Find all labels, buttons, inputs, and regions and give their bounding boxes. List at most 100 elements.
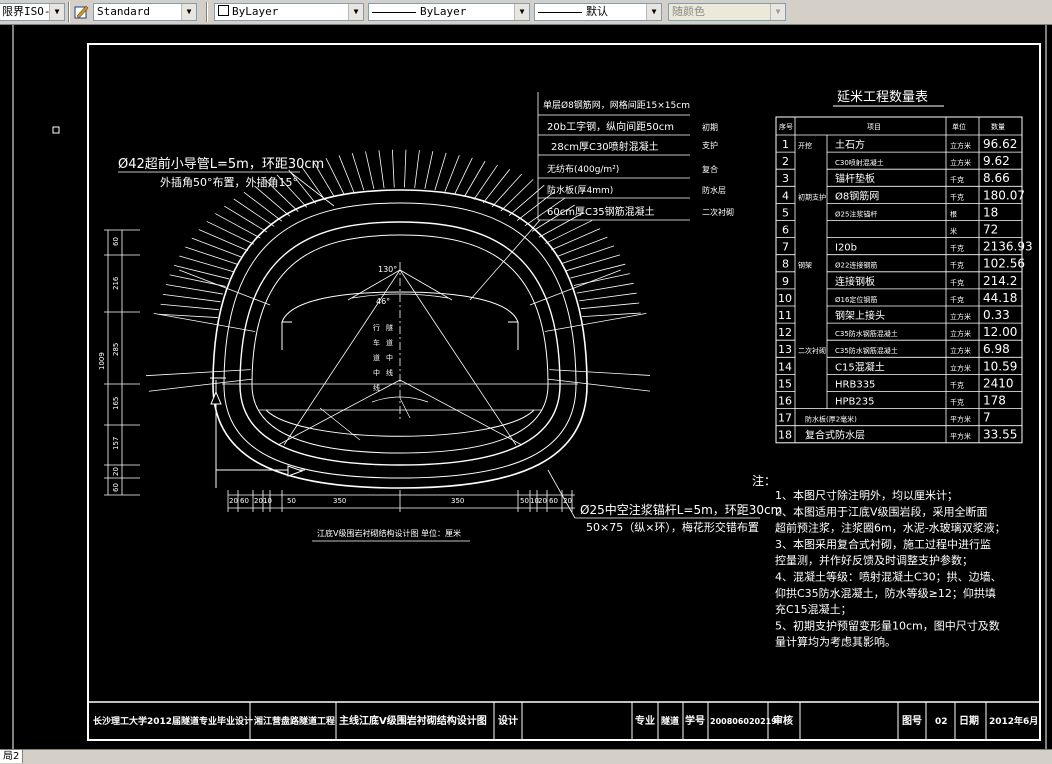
table-row-no: 6 [782,224,789,237]
table-row-no: 17 [778,412,792,425]
tb-review-label: 审核 [773,714,793,727]
table-row-unit: 立方米 [950,158,971,167]
lineweight-preview-icon [538,11,582,13]
chevron-down-icon[interactable]: ▼ [49,4,64,20]
svg-text:车: 车 [373,338,380,347]
left-annotation-1: Ø42超前小导管L=5m，环距30cm [118,156,324,172]
svg-text:50: 50 [520,497,529,505]
table-row-item: C35防水钢筋混凝土 [835,329,898,338]
dimstyle-prefix: 限界 [2,5,24,18]
chevron-down-icon[interactable]: ▼ [514,4,529,20]
layer-color-select[interactable]: ByLayer ▼ [214,3,364,21]
linetype-select[interactable]: ByLayer ▼ [368,3,530,21]
table-row-item: Ø22连接钢筋 [835,261,877,270]
chevron-down-icon[interactable]: ▼ [646,4,661,20]
tb-date: 2012年6月 [989,715,1038,727]
svg-text:20: 20 [538,497,547,505]
svg-text:350: 350 [333,497,346,505]
table-row-item: Ø25注浆锚杆 [835,209,877,218]
chevron-down-icon[interactable]: ▼ [181,4,196,20]
table-row-qty: 6.98 [983,342,1010,356]
table-row-item: C30喷射混凝土 [835,158,884,167]
table-row-item: HPB235 [835,397,875,408]
svg-text:1009: 1009 [98,352,106,370]
tb-design-label: 设计 [498,714,518,727]
table-row-unit: 立方米 [950,312,971,321]
table-row-qty: 178 [983,394,1006,408]
left-annotation-2: 外插角50°布置，外插角15° [160,175,298,189]
svg-text:20: 20 [229,497,238,505]
table-row-unit: 千克 [950,244,964,253]
tb-no-label: 图号 [902,715,922,727]
table-row-qty: 2136.93 [983,240,1033,254]
table-row-item: Ø16定位钢筋 [835,295,877,304]
svg-text:20: 20 [112,467,120,476]
textstyle-select[interactable]: Standard ▼ [93,3,197,21]
svg-text:二次衬砌: 二次衬砌 [702,207,734,217]
dimstyle-select[interactable]: 限界ISO- ▼ [0,3,65,21]
svg-text:道: 道 [373,353,380,362]
table-row-group: 开挖 [798,141,812,150]
angle-mid-label: 46° [376,297,390,306]
lineweight-value: 默认 [586,5,608,18]
table-row-qty: 8.66 [983,171,1010,185]
svg-text:50: 50 [287,497,296,505]
textstyle-value: Standard [97,5,150,18]
ucs-grip-icon[interactable] [52,126,60,134]
table-row-unit: 立方米 [950,363,971,372]
svg-text:无纺布(400g/m²): 无纺布(400g/m²) [547,163,619,175]
svg-text:60: 60 [112,483,120,492]
table-row-no: 1 [782,138,789,151]
note-line: 4、混凝土等级：喷射混凝土C30；拱、边墙、 [775,570,1002,584]
table-row-item: C15混凝土 [835,360,885,373]
drawing-canvas[interactable]: 130° 46° 行车道中线 隧道中线 60 216 285 1009 165 … [0,25,1052,749]
table-row-unit: 千克 [950,380,964,389]
left-dimension-labels: 60 216 285 1009 165 157 20 60 [98,237,120,492]
chevron-down-icon[interactable]: ▼ [348,4,363,20]
svg-text:道: 道 [386,338,393,347]
quantity-table-title: 延米工程数量表 [837,90,928,105]
tab-layout[interactable]: 局2 [0,750,24,763]
table-row-item: 复合式防水层 [805,429,865,442]
svg-text:20b工字钢，纵向间距50cm: 20b工字钢，纵向间距50cm [547,120,674,133]
table-row-no: 14 [778,360,792,373]
table-row-no: 8 [782,258,789,271]
table-row-no: 10 [778,292,792,305]
plotstyle-select: 随颜色 ▼ [668,3,786,21]
note-line: 2、本图适用于江底V级围岩段，采用全断面 [775,504,988,518]
tb-no: 02 [935,717,948,727]
linetype-value: ByLayer [420,5,467,18]
svg-text:隧: 隧 [386,323,393,332]
svg-text:350: 350 [451,497,464,505]
tb-id: 200806020219 [710,717,777,726]
table-row-qty: 44.18 [983,291,1017,305]
lineweight-select[interactable]: 默认 ▼ [534,3,662,21]
tb-id-label: 学号 [685,714,705,727]
table-row-unit: 根 [950,209,957,218]
table-row-item: 钢架上接头 [835,309,885,322]
table-row-no: 2 [782,155,789,168]
toolbar-separator [206,2,208,22]
plotstyle-value: 随颜色 [672,5,705,18]
svg-text:防水板(厚4mm): 防水板(厚4mm) [547,184,613,196]
table-row-unit: 千克 [950,261,964,270]
table-row-qty: 0.33 [983,308,1010,322]
svg-text:60: 60 [240,497,249,505]
svg-text:165: 165 [112,397,120,410]
table-row-unit: 千克 [950,175,964,184]
textstyle-icon[interactable] [74,4,90,20]
table-row-qty: 72 [983,223,998,237]
table-row-no: 7 [782,241,789,254]
properties-toolbar: 限界ISO- ▼ Standard ▼ ByLayer ▼ ByLayer ▼ … [0,0,1052,25]
table-row-unit: 千克 [950,295,964,304]
table-row-item: HRB335 [835,379,875,390]
tb-major: 隧道 [661,715,679,727]
table-row-item: I20b [835,243,857,254]
table-row-item: 连接钢板 [835,275,875,288]
table-row-no: 18 [778,429,792,442]
table-row-unit: 千克 [950,398,964,407]
table-row-unit: 立方米 [950,141,971,150]
svg-text:防水层: 防水层 [702,185,726,195]
svg-text:157: 157 [112,437,120,450]
table-row-unit: 千克 [950,278,964,287]
